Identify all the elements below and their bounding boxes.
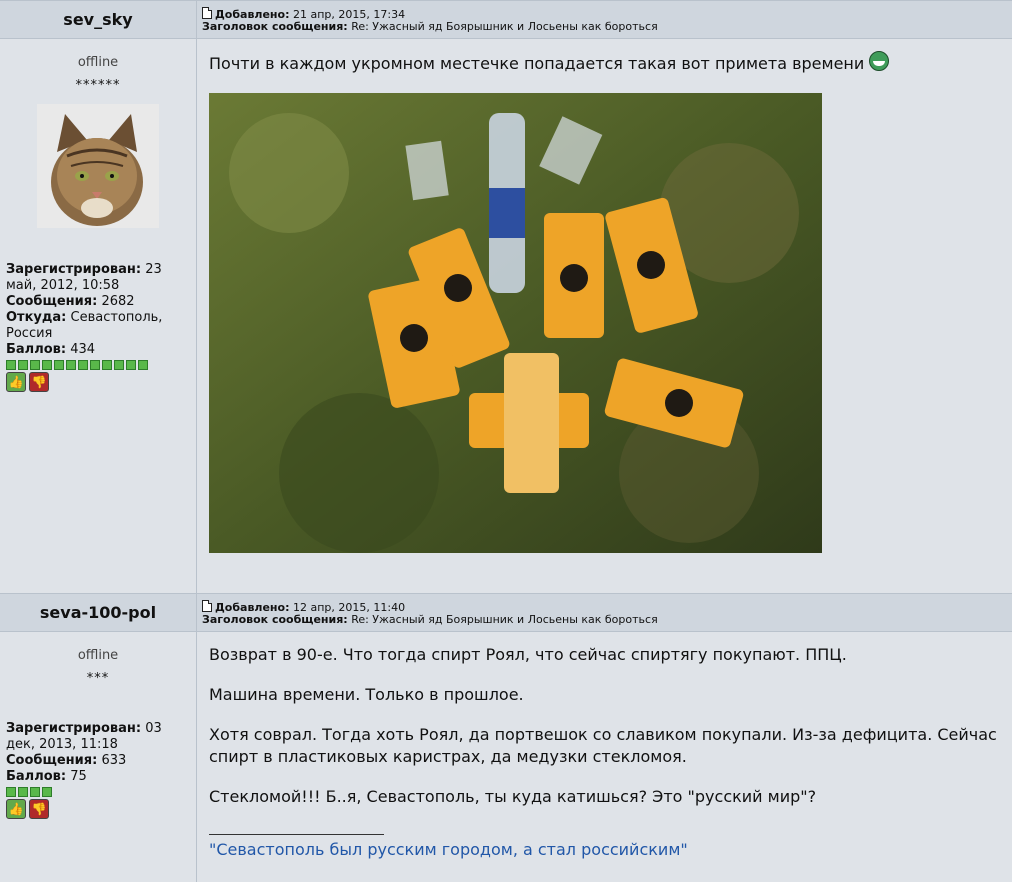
- thumbs-down-icon[interactable]: 👎: [29, 372, 49, 392]
- author-name[interactable]: seva-100-pol: [0, 594, 197, 631]
- document-icon: [202, 600, 212, 612]
- subject-text: Re: Ужасный яд Боярышник и Лосьены как б…: [351, 613, 658, 626]
- messages-label: Сообщения:: [6, 294, 98, 309]
- user-info: Зарегистрирован: 03 дек, 2013, 11:18 Соо…: [0, 721, 196, 785]
- post-text: Почти в каждом укромном местечке попадае…: [209, 54, 865, 73]
- post-2: seva-100-pol Добавлено: 12 апр, 2015, 11…: [0, 593, 1012, 882]
- from-label: Откуда:: [6, 310, 67, 325]
- user-panel: offline ****** Зарегистрирован: 23 май, …: [0, 39, 197, 593]
- points-value: 75: [70, 769, 87, 784]
- post-paragraph: Стекломой!!! Б..я, Севастополь, ты куда …: [209, 787, 817, 806]
- points-label: Баллов:: [6, 342, 67, 357]
- online-status: offline: [77, 55, 119, 70]
- post-meta: Добавлено: 21 апр, 2015, 17:34 Заголовок…: [197, 1, 1012, 38]
- post-body: offline ****** Зарегистрирован: 23 май, …: [0, 39, 1012, 593]
- post-1: sev_sky Добавлено: 21 апр, 2015, 17:34 З…: [0, 0, 1012, 593]
- messages-value: 2682: [101, 294, 135, 309]
- rank-stars: ******: [75, 78, 121, 93]
- post-header: sev_sky Добавлено: 21 апр, 2015, 17:34 З…: [0, 0, 1012, 39]
- post-photo[interactable]: [209, 93, 822, 553]
- reputation-bar: [0, 360, 196, 370]
- post-meta: Добавлено: 12 апр, 2015, 11:40 Заголовок…: [197, 594, 1012, 631]
- online-status: offline: [77, 648, 119, 663]
- subject-text: Re: Ужасный яд Боярышник и Лосьены как б…: [351, 20, 658, 33]
- points-label: Баллов:: [6, 769, 67, 784]
- post-content: Почти в каждом укромном местечке попадае…: [197, 39, 1012, 593]
- document-icon: [202, 7, 212, 19]
- post-paragraph: Машина времени. Только в прошлое.: [209, 685, 524, 704]
- messages-value: 633: [101, 753, 127, 768]
- user-info: Зарегистрирован: 23 май, 2012, 10:58 Соо…: [0, 262, 196, 358]
- rank-stars: ***: [86, 671, 110, 686]
- registered-label: Зарегистрирован:: [6, 262, 142, 277]
- vote-buttons: 👍 👎: [0, 372, 196, 392]
- post-header: seva-100-pol Добавлено: 12 апр, 2015, 11…: [0, 593, 1012, 632]
- post-paragraph: Хотя соврал. Тогда хоть Роял, да портвеш…: [209, 725, 997, 766]
- messages-label: Сообщения:: [6, 753, 98, 768]
- thumbs-down-icon[interactable]: 👎: [29, 799, 49, 819]
- thumbs-up-icon[interactable]: 👍: [6, 372, 26, 392]
- subject-label: Заголовок сообщения:: [202, 613, 348, 626]
- post-content: Возврат в 90-е. Что тогда спирт Роял, чт…: [197, 632, 1012, 882]
- points-value: 434: [70, 342, 96, 357]
- vote-buttons: 👍 👎: [0, 799, 196, 819]
- avatar[interactable]: [37, 104, 159, 228]
- subject-label: Заголовок сообщения:: [202, 20, 348, 33]
- signature-divider: [209, 834, 384, 835]
- post-paragraph: Возврат в 90-е. Что тогда спирт Роял, чт…: [209, 645, 847, 664]
- reputation-bar: [0, 787, 196, 797]
- grin-smiley-icon: [869, 51, 890, 71]
- registered-label: Зарегистрирован:: [6, 721, 142, 736]
- signature: "Севастополь был русским городом, а стал…: [209, 840, 688, 859]
- author-name[interactable]: sev_sky: [0, 1, 197, 38]
- post-body: offline *** Зарегистрирован: 03 дек, 201…: [0, 632, 1012, 882]
- thumbs-up-icon[interactable]: 👍: [6, 799, 26, 819]
- user-panel: offline *** Зарегистрирован: 03 дек, 201…: [0, 632, 197, 882]
